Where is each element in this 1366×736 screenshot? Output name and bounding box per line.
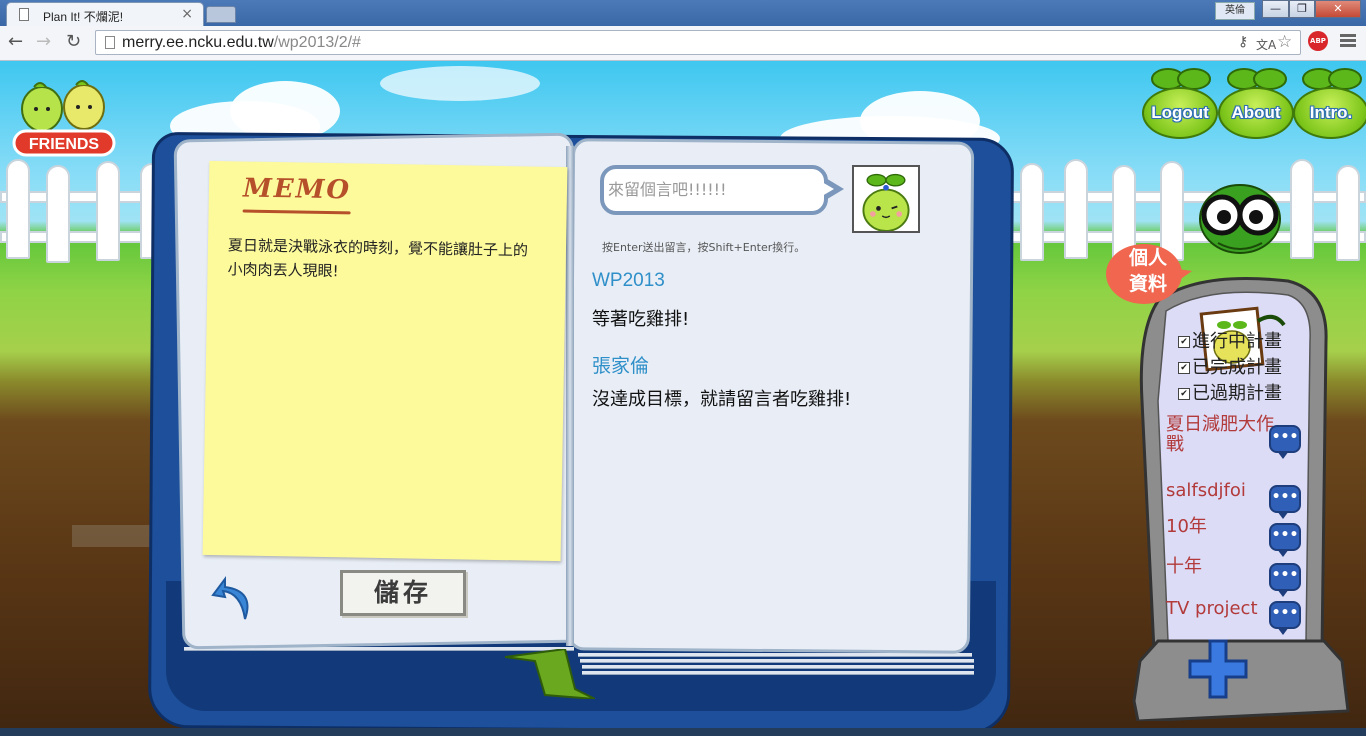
back-arrow-icon[interactable]: ← [8,32,23,52]
profile-bubble-text[interactable]: 個人 資料 [1118,245,1178,297]
about-label: About [1231,103,1281,122]
friends-logo[interactable]: FRIENDS [10,79,118,159]
filter-ongoing[interactable]: ✔ 進行中計畫 [1178,327,1282,353]
page-edge [582,671,974,675]
intro-label: Intro. [1309,103,1353,122]
chat-bubble-icon[interactable]: ••• [1269,563,1301,597]
page-content: FRIENDS Logout About Intro. MEMO 夏日就是決戰泳… [0,61,1366,736]
browser-toolbar: ← → ↻ merry.ee.ncku.edu.tw/wp2013/2/# ⚷ … [0,26,1366,61]
translate-icon[interactable]: 文A [1256,36,1276,53]
profile-label-line2: 資料 [1128,273,1167,295]
reload-icon[interactable]: ↻ [66,32,81,52]
window-minimize-button[interactable]: — [1262,0,1289,18]
add-plan-plus-icon[interactable] [1188,639,1248,699]
fence-post [6,159,30,259]
ime-indicator: 英倫 [1215,2,1255,20]
user-avatar [852,165,920,233]
url-host: merry.ee.ncku.edu.tw [122,34,274,51]
save-button[interactable]: 儲存 [340,570,466,616]
memo-title: MEMO [242,173,352,206]
plan-item[interactable]: salfsdjfoi [1166,481,1276,501]
checkbox[interactable]: ✔ [1178,388,1190,400]
fence-post [1064,159,1088,259]
filter-completed[interactable]: ✔ 已完成計畫 [1178,353,1282,379]
plan-item[interactable]: TV project [1166,599,1286,619]
plan-item[interactable]: 十年 [1166,557,1276,577]
page-edge [580,659,974,663]
chat-bubble-icon[interactable]: ••• [1269,523,1301,557]
filter-label: 進行中計畫 [1192,331,1282,352]
memo-underline [242,209,351,215]
memo-note[interactable]: MEMO 夏日就是決戰泳衣的時刻，覺不能讓肚子上的小肉肉丟人現眼! [202,160,568,562]
browser-tab[interactable]: Plan It! 不爛泥! × [6,2,204,26]
about-button[interactable]: About [1218,61,1296,149]
comment-text: 沒達成目標，就請留言者吃雞排! [592,389,852,410]
adblock-icon[interactable]: ABP [1308,31,1328,51]
comment-author[interactable]: 張家倫 [592,351,649,378]
url-text[interactable]: merry.ee.ncku.edu.tw/wp2013/2/# [122,34,361,52]
chat-bubble-icon[interactable]: ••• [1269,425,1301,459]
comment-hint: 按Enter送出留言，按Shift+Enter換行。 [602,241,806,254]
window-maximize-button[interactable]: ❐ [1289,0,1315,18]
logout-button[interactable]: Logout [1142,61,1220,149]
filter-label: 已過期計畫 [1192,383,1282,404]
page-icon [19,8,29,21]
filter-label: 已完成計畫 [1192,357,1282,378]
logout-label: Logout [1151,103,1209,122]
page-icon [105,36,115,49]
chat-bubble-icon[interactable]: ••• [1269,601,1301,635]
page-edge [578,653,972,657]
fence-post [46,165,70,263]
menu-icon[interactable] [1340,34,1356,48]
page-edge [582,665,974,669]
book-spine [566,146,574,646]
fence-post [96,161,120,261]
bookmark-ribbon [505,649,595,699]
forward-arrow-icon[interactable]: → [36,32,51,52]
back-arrow-icon[interactable] [211,573,257,623]
checkbox[interactable]: ✔ [1178,362,1190,374]
tab-close-icon[interactable]: × [181,6,193,22]
memo-text[interactable]: 夏日就是決戰泳衣的時刻，覺不能讓肚子上的小肉肉丟人現眼! [227,233,528,286]
filter-expired[interactable]: ✔ 已過期計畫 [1178,379,1282,405]
browser-tabstrip: Plan It! 不爛泥! × 英倫 — ❐ ✕ [0,0,1366,26]
new-tab-button[interactable] [206,6,236,23]
comment-text: 等著吃雞排! [592,309,690,330]
intro-button[interactable]: Intro. [1293,61,1366,149]
url-path: /wp2013/2/# [273,34,361,51]
tab-title: Plan It! 不爛泥! [43,10,124,24]
comment-input[interactable] [606,173,825,205]
fence-post [1020,163,1044,261]
comment-author[interactable]: WP2013 [592,270,665,292]
logo-text: FRIENDS [29,136,100,153]
profile-label-line1: 個人 [1128,247,1167,269]
plan-item[interactable]: 10年 [1166,517,1276,537]
plan-item[interactable]: 夏日減肥大作戰 [1166,415,1276,455]
key-icon[interactable]: ⚷ [1238,34,1248,50]
bookmark-star-icon[interactable]: ☆ [1277,32,1292,52]
cloud-decoration [380,66,540,101]
window-close-button[interactable]: ✕ [1315,0,1361,18]
chat-bubble-icon[interactable]: ••• [1269,485,1301,519]
address-bar[interactable]: merry.ee.ncku.edu.tw/wp2013/2/# ⚷ 文A ☆ [95,30,1301,55]
os-taskbar [0,728,1366,736]
checkbox[interactable]: ✔ [1178,336,1190,348]
